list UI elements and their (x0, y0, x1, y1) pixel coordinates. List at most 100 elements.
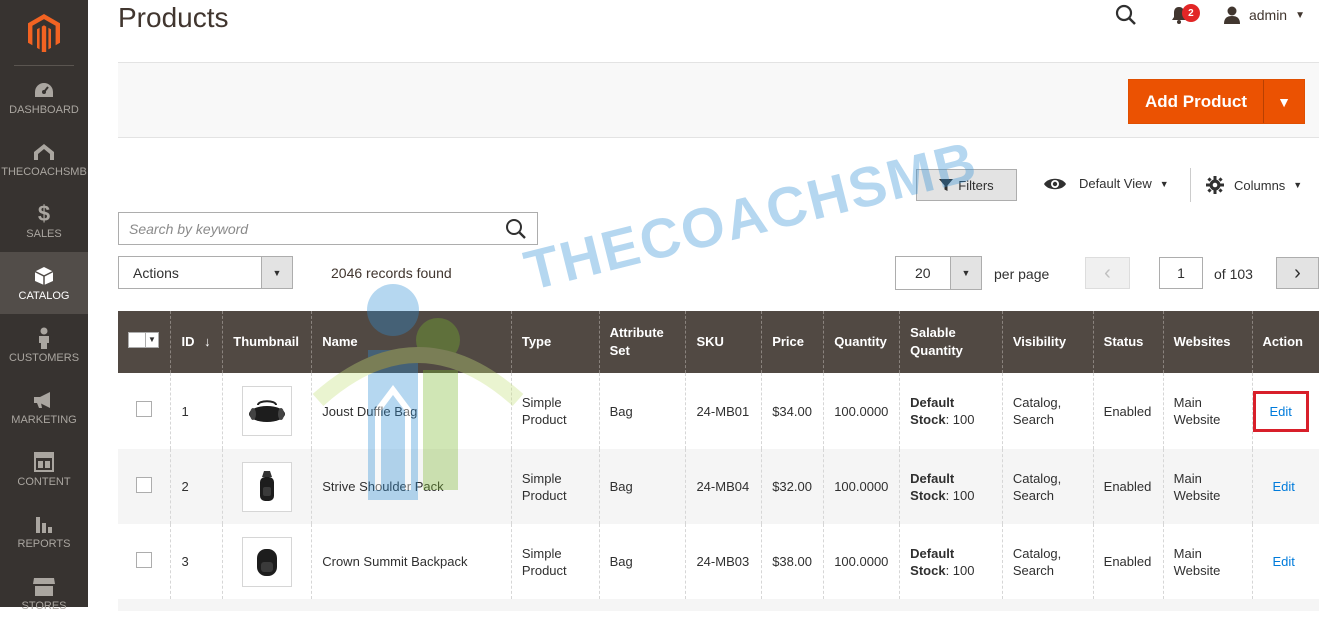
add-product-dropdown-toggle[interactable]: ▼ (1263, 80, 1304, 123)
sidebar-item-catalog[interactable]: CATALOG (0, 252, 88, 314)
thecoachsmb-icon (32, 141, 56, 163)
column-header-name[interactable]: Name (311, 311, 512, 373)
column-header-status[interactable]: Status (1092, 311, 1164, 373)
user-icon (1223, 6, 1240, 24)
column-header-salable-quantity: Salable Quantity (899, 311, 1003, 373)
filters-button[interactable]: Filters (916, 169, 1017, 201)
products-grid: ▼ ID ↓ Thumbnail Name Type Attribute Set… (118, 311, 1319, 611)
column-header-websites[interactable]: Websites (1162, 311, 1253, 373)
keyword-search-input[interactable]: Search by keyword (118, 212, 538, 245)
chevron-down-icon: ▼ (1295, 9, 1305, 21)
admin-sidebar: DASHBOARD THECOACHSMB $ SALES CATALOG CU… (0, 0, 88, 612)
table-row[interactable]: 2 Strive Shoulder Pack Simple Product Ba… (118, 449, 1319, 524)
next-page-button[interactable]: › (1276, 257, 1319, 289)
cell-websites: Main Website (1162, 524, 1253, 599)
columns-dropdown[interactable]: Columns ▼ (1206, 176, 1302, 194)
edit-link[interactable]: Edit (1273, 554, 1295, 569)
dollar-icon: $ (37, 200, 51, 226)
user-name: admin (1248, 7, 1288, 23)
cell-id: 2 (170, 449, 223, 524)
column-header-thumbnail: Thumbnail (222, 311, 312, 373)
table-row[interactable]: 1 Joust Duffle Bag Simple Product Bag 24… (118, 373, 1319, 449)
column-header-type[interactable]: Type (510, 311, 600, 373)
header-actions: 2 admin ▼ (1115, 4, 1305, 26)
cell-salable-quantity: Default Stock: 100 (899, 373, 1003, 449)
product-thumbnail[interactable] (242, 461, 293, 512)
mass-actions-select[interactable]: Actions ▼ (118, 256, 293, 289)
cell-quantity: 100.0000 (823, 524, 900, 599)
notifications-button[interactable]: 2 (1171, 4, 1200, 24)
column-header-sku[interactable]: SKU (685, 311, 762, 373)
edit-link[interactable]: Edit (1270, 404, 1292, 419)
product-thumbnail[interactable] (242, 386, 293, 436)
column-header-quantity[interactable]: Quantity (823, 311, 900, 373)
edit-link[interactable]: Edit (1273, 479, 1295, 494)
sidebar-nav: DASHBOARD THECOACHSMB $ SALES CATALOG CU… (0, 66, 88, 624)
cell-websites: Main Website (1162, 449, 1253, 524)
table-row-partial (118, 599, 1319, 611)
sidebar-item-content[interactable]: CONTENT (0, 438, 88, 500)
cell-sku: 24-MB01 (685, 373, 762, 449)
per-page-select[interactable]: 20 ▼ (895, 256, 982, 290)
layout-icon (34, 451, 54, 473)
search-icon[interactable] (1115, 4, 1137, 26)
previous-page-button[interactable]: ‹ (1085, 257, 1130, 289)
filters-label: Filters (958, 177, 994, 193)
toolbar-divider (1190, 168, 1191, 202)
sidebar-item-stores[interactable]: STORES (0, 562, 88, 624)
cell-status: Enabled (1092, 524, 1164, 599)
sidebar-item-label: DASHBOARD (9, 103, 79, 116)
sidebar-item-reports[interactable]: REPORTS (0, 500, 88, 562)
total-pages-label: of 103 (1214, 266, 1253, 282)
select-all-checkbox[interactable]: ▼ (128, 332, 159, 348)
page-number-input[interactable]: 1 (1159, 257, 1203, 289)
cell-visibility: Catalog, Search (1001, 524, 1094, 599)
stock-qty: : 100 (945, 487, 975, 503)
cell-name: Strive Shoulder Pack (311, 449, 512, 524)
cell-status: Enabled (1092, 373, 1164, 449)
chevron-left-icon: ‹ (1104, 261, 1111, 284)
row-checkbox[interactable] (136, 476, 152, 493)
cell-quantity: 100.0000 (823, 373, 900, 449)
user-menu[interactable]: admin ▼ (1223, 6, 1305, 24)
table-row[interactable]: 3 Crown Summit Backpack Simple Product B… (118, 524, 1319, 599)
store-icon (32, 575, 56, 597)
sidebar-item-label: SALES (26, 227, 62, 240)
column-header-visibility[interactable]: Visibility (1001, 311, 1094, 373)
sidebar-item-thecoachsmb[interactable]: THECOACHSMB (0, 128, 88, 190)
per-page-label: per page (994, 266, 1050, 282)
cell-websites: Main Website (1162, 373, 1253, 449)
cell-thumbnail (222, 524, 312, 599)
chevron-down-icon: ▼ (261, 257, 292, 288)
cell-price: $34.00 (761, 373, 824, 449)
cell-thumbnail (222, 449, 312, 524)
default-view-label: Default View (1079, 176, 1152, 191)
product-thumbnail[interactable] (242, 536, 293, 587)
cell-attribute-set: Bag (598, 524, 686, 599)
sidebar-item-sales[interactable]: $ SALES (0, 190, 88, 252)
search-submit-icon[interactable] (505, 218, 527, 240)
duffle-bag-image (249, 400, 286, 422)
cell-id: 1 (170, 373, 223, 449)
sidebar-item-customers[interactable]: CUSTOMERS (0, 314, 88, 376)
column-header-price[interactable]: Price (761, 311, 824, 373)
row-checkbox[interactable] (136, 551, 152, 568)
row-checkbox[interactable] (136, 401, 152, 417)
magento-logo[interactable] (14, 0, 74, 66)
sidebar-item-dashboard[interactable]: DASHBOARD (0, 66, 88, 128)
column-header-attribute-set[interactable]: Attribute Set (598, 311, 686, 373)
column-header-action: Action (1251, 311, 1319, 373)
cell-status: Enabled (1092, 449, 1164, 524)
add-product-button[interactable]: Add Product (1129, 80, 1263, 123)
search-placeholder: Search by keyword (129, 220, 249, 237)
records-found: 2046 records found (331, 265, 452, 281)
sidebar-item-label: CATALOG (18, 289, 70, 302)
magento-logo-icon (28, 13, 60, 52)
sidebar-item-label: CONTENT (17, 475, 71, 488)
cell-type: Simple Product (510, 373, 600, 449)
cell-price: $38.00 (761, 524, 824, 599)
column-header-id[interactable]: ID ↓ (170, 311, 223, 373)
default-view-dropdown[interactable]: Default View ▼ (1043, 176, 1169, 191)
sidebar-item-marketing[interactable]: MARKETING (0, 376, 88, 438)
cell-visibility: Catalog, Search (1001, 373, 1094, 449)
